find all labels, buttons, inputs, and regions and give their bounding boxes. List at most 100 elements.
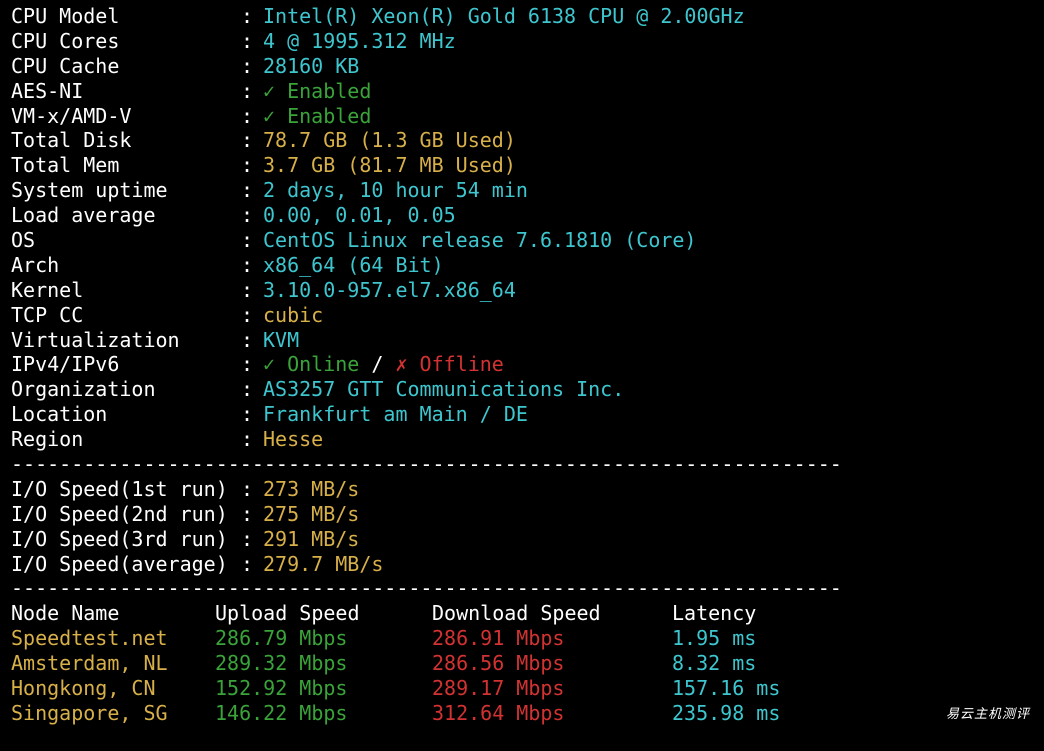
info-row: Region: Hesse: [11, 427, 1041, 452]
info-value: CentOS Linux release 7.6.1810 (Core): [263, 228, 697, 253]
info-row: Location: Frankfurt am Main / DE: [11, 402, 1041, 427]
info-row: Total Mem:3.7 GB (81.7 MB Used): [11, 153, 1041, 178]
io-value: 273 MB/s: [263, 476, 360, 501]
info-label: OS: [11, 228, 36, 253]
header-upload-speed: Upload Speed: [215, 601, 360, 626]
info-separator: :: [241, 103, 254, 128]
io-speed-row: I/O Speed(average):279.7 MB/s: [11, 552, 1041, 577]
info-value: 78.7 GB (1.3 GB Used): [263, 128, 516, 153]
info-row: CPU Model: Intel(R) Xeon(R) Gold 6138 CPU…: [11, 4, 1041, 29]
header-download-speed: Download Speed: [432, 601, 601, 626]
info-row: TCP CC: cubic: [11, 303, 1041, 328]
speed-table-row: Singapore, SG 146.22 Mbps 312.64 Mbps 235.9…: [11, 701, 1041, 726]
system-info-section: CPU Model: Intel(R) Xeon(R) Gold 6138 CPU…: [11, 4, 1041, 352]
io-value: 291 MB/s: [263, 526, 360, 551]
upload-speed: 146.22 Mbps: [215, 700, 348, 725]
latency: 235.98 ms: [672, 700, 781, 725]
info-value: x86_64 (64 Bit): [263, 252, 444, 277]
info-separator: :: [241, 4, 254, 28]
info-label: System uptime: [11, 178, 168, 203]
upload-speed: 152.92 Mbps: [215, 676, 348, 701]
info-separator: :: [241, 327, 254, 352]
info-value: 0.00, 0.01, 0.05: [263, 203, 456, 228]
download-speed: 286.91 Mbps: [432, 626, 565, 651]
terminal-output: CPU Model: Intel(R) Xeon(R) Gold 6138 CPU…: [11, 4, 1041, 726]
info-separator: :: [241, 178, 254, 203]
info-row: VM-x/AMD-V: ✓ Enabled: [11, 104, 1041, 129]
info-separator: :: [241, 402, 254, 427]
info-value: cubic: [263, 302, 324, 327]
io-label: I/O Speed(average): [11, 551, 228, 576]
info-separator: :: [241, 153, 254, 178]
info-value: 28160 KB: [263, 53, 360, 78]
io-separator: :: [241, 551, 254, 576]
info-separator: :: [241, 352, 254, 377]
info-separator: :: [241, 78, 254, 103]
info-label: Total Disk: [11, 128, 132, 153]
info-label: Organization: [11, 377, 156, 402]
latency: 1.95 ms: [672, 626, 757, 651]
info-label: VM-x/AMD-V: [11, 103, 132, 128]
info-row: CPU Cores:4 @ 1995.312 MHz: [11, 29, 1041, 54]
io-label: I/O Speed(2nd run): [11, 501, 228, 526]
info-separator: :: [241, 128, 254, 153]
info-label: IPv4/IPv6: [11, 352, 120, 377]
header-latency: Latency: [672, 601, 757, 626]
info-label: AES-NI: [11, 78, 84, 103]
info-label: CPU Cores: [11, 28, 120, 53]
node-name: Singapore, SG: [11, 700, 168, 725]
latency: 8.32 ms: [672, 651, 757, 676]
header-node-name: Node Name: [11, 601, 120, 626]
online-status: ✓ Online: [263, 352, 360, 377]
info-value: Intel(R) Xeon(R) Gold 6138 CPU @ 2.00GHz: [263, 4, 745, 28]
io-speed-row: I/O Speed(1st run):273 MB/s: [11, 477, 1041, 502]
io-value: 275 MB/s: [263, 501, 360, 526]
info-separator: :: [241, 252, 254, 277]
info-value: Frankfurt am Main / DE: [263, 402, 528, 427]
info-row: Organization: AS3257 GTT Communications I…: [11, 377, 1041, 402]
info-value: ✓ Enabled: [263, 78, 372, 103]
info-value: ✓ Enabled: [263, 103, 372, 128]
info-separator: :: [241, 28, 254, 53]
speed-table-row: Amsterdam, NL 289.32 Mbps 286.56 Mbps 8.32 …: [11, 651, 1041, 676]
info-label: TCP CC: [11, 302, 84, 327]
location-section: Organization: AS3257 GTT Communications I…: [11, 377, 1041, 452]
speed-table-body: Speedtest.net 286.79 Mbps 286.91 Mbps 1.95 …: [11, 626, 1041, 726]
upload-speed: 286.79 Mbps: [215, 626, 348, 651]
io-label: I/O Speed(1st run): [11, 476, 228, 501]
info-value: 3.7 GB (81.7 MB Used): [263, 153, 516, 178]
io-separator: :: [241, 526, 254, 551]
download-speed: 289.17 Mbps: [432, 676, 565, 701]
info-label: Arch: [11, 252, 60, 277]
node-name: Speedtest.net: [11, 626, 168, 651]
upload-speed: 289.32 Mbps: [215, 651, 348, 676]
io-speed-section: I/O Speed(1st run):273 MB/s I/O Speed(2nd…: [11, 477, 1041, 577]
watermark-text: 易云主机测评: [945, 707, 1030, 722]
info-separator: :: [241, 53, 254, 78]
info-value: 2 days, 10 hour 54 min: [263, 178, 528, 203]
info-value: 4 @ 1995.312 MHz: [263, 28, 456, 53]
io-separator: :: [241, 501, 254, 526]
info-value: Hesse: [263, 427, 324, 452]
info-value: AS3257 GTT Communications Inc.: [263, 377, 625, 402]
info-row: Total Disk:78.7 GB (1.3 GB Used): [11, 128, 1041, 153]
status-slash: /: [359, 352, 396, 377]
download-speed: 312.64 Mbps: [432, 700, 565, 725]
latency: 157.16 ms: [672, 676, 781, 701]
section-divider: ----------------------------------------…: [11, 452, 841, 477]
section-divider: ----------------------------------------…: [11, 576, 841, 601]
info-row: Virtualization: KVM: [11, 328, 1041, 353]
download-speed: 286.56 Mbps: [432, 651, 565, 676]
info-label: CPU Cache: [11, 53, 120, 78]
info-label: Region: [11, 427, 84, 452]
info-separator: :: [241, 228, 254, 253]
io-speed-row: I/O Speed(2nd run):275 MB/s: [11, 502, 1041, 527]
info-row: System uptime:2 days, 10 hour 54 min: [11, 178, 1041, 203]
node-name: Amsterdam, NL: [11, 651, 168, 676]
info-row: AES-NI: ✓ Enabled: [11, 79, 1041, 104]
info-separator: :: [241, 203, 254, 228]
offline-status: ✗ Offline: [395, 352, 504, 377]
io-value: 279.7 MB/s: [263, 551, 384, 576]
speed-table-row: Speedtest.net 286.79 Mbps 286.91 Mbps 1.95 …: [11, 626, 1041, 651]
info-separator: :: [241, 302, 254, 327]
